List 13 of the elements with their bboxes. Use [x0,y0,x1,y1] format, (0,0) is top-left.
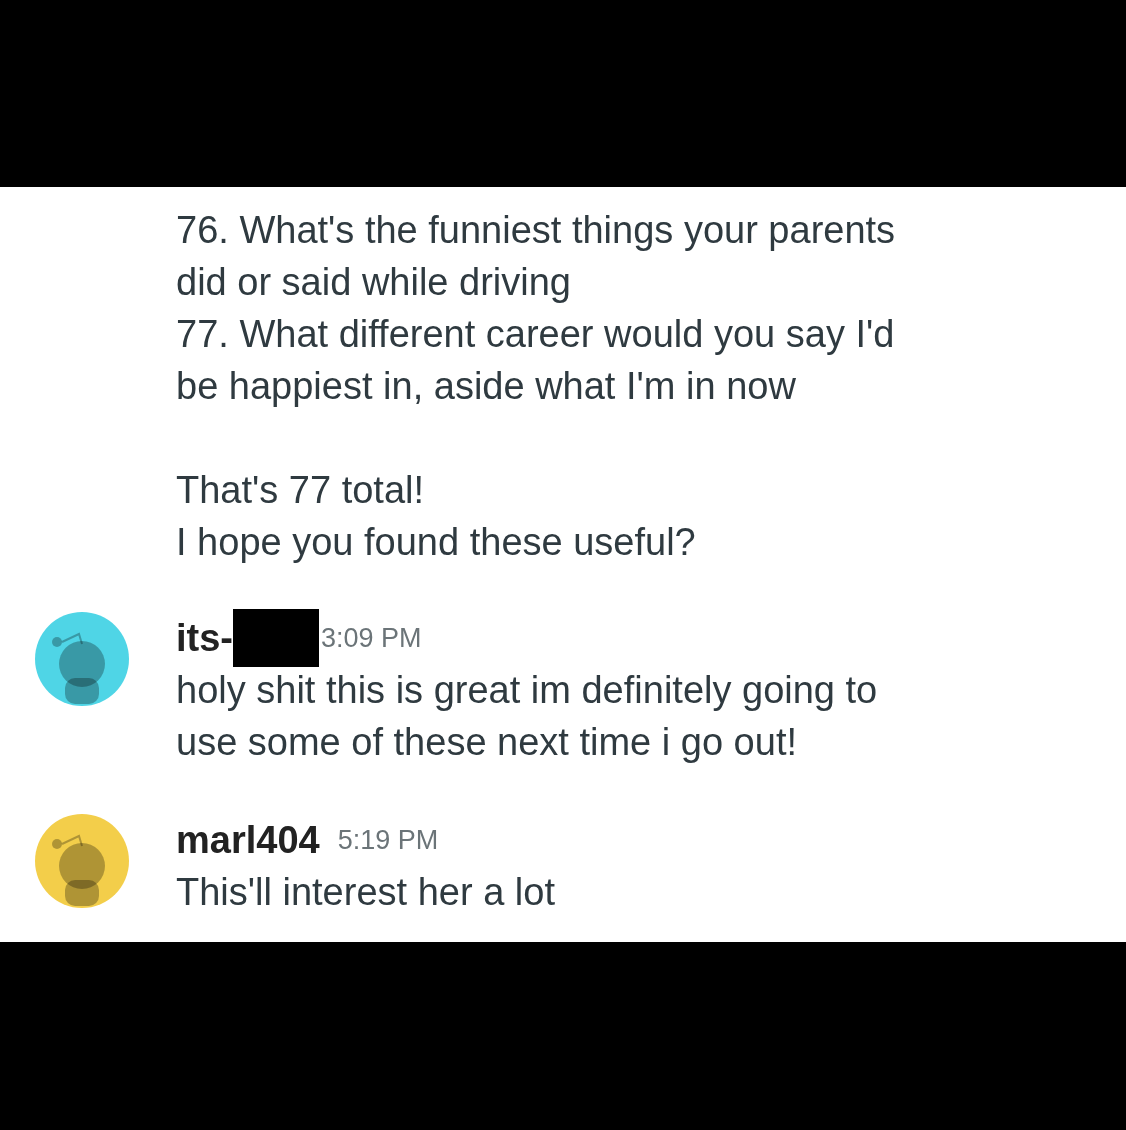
message-text: holy shit this is great im definitely going to [176,668,878,713]
message-text: 77. What different career would you say I'd [176,312,895,357]
message-text: be happiest in, aside what I'm in now [176,364,796,409]
message-text: did or said while driving [176,260,571,305]
message-text: This'll interest her a lot [176,870,555,915]
timestamp: 5:19 PM [337,823,439,857]
timestamp: 3:09 PM [321,621,422,655]
message-text: That's 77 total! [176,468,425,513]
message-text: 76. What's the funniest things your parents [176,208,896,253]
message-text: I hope you found these useful? [176,520,696,565]
username[interactable]: its- [176,616,233,660]
username[interactable]: marl404 [176,818,320,862]
message-text: use some of these next time i go out! [176,720,797,765]
